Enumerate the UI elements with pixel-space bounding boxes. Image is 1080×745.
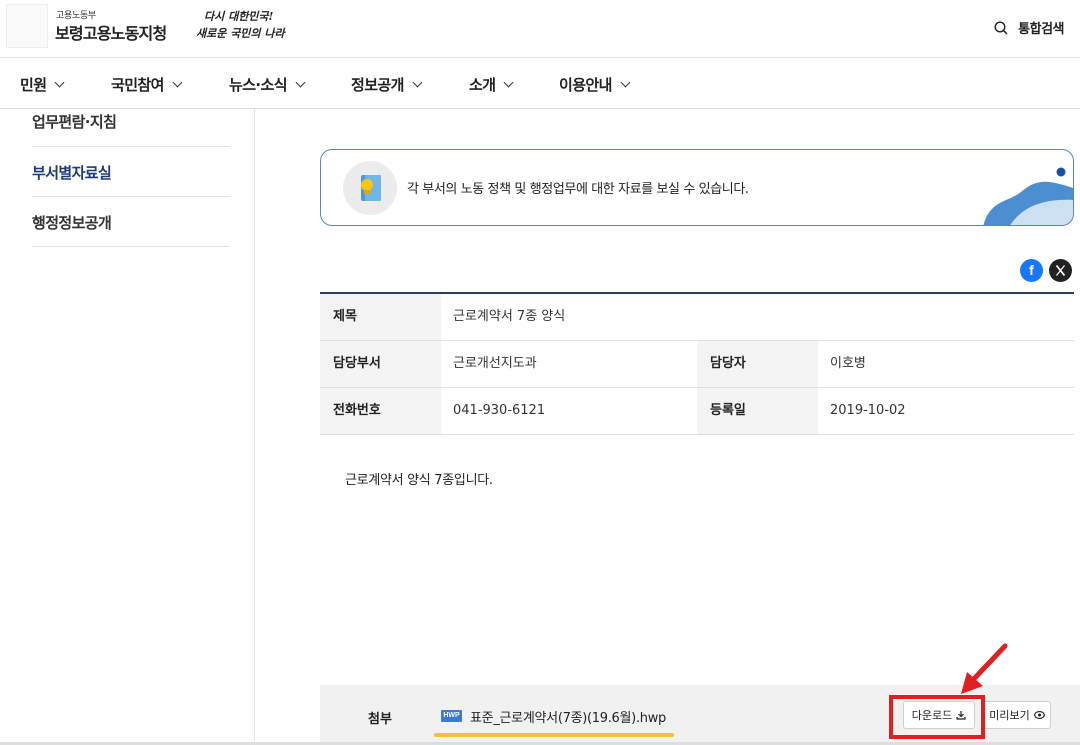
- sidebar: 업무편람·지침 부서별자료실 행정정보공개: [0, 109, 255, 745]
- sidebar-item-admin-info[interactable]: 행정정보공개: [32, 197, 230, 247]
- highlight-underline: [434, 733, 674, 737]
- date-header: 등록일: [697, 388, 818, 434]
- table-row: 제목 근로계약서 7종 양식: [320, 294, 1074, 341]
- manager-value: 이호병: [830, 356, 866, 371]
- nav-item-guide[interactable]: 이용안내: [559, 74, 631, 95]
- chevron-down-icon: [412, 77, 423, 88]
- manager-header: 담당자: [697, 341, 818, 387]
- svg-text:다시 대한민국!: 다시 대한민국!: [204, 10, 274, 23]
- facebook-share-icon[interactable]: f: [1020, 259, 1043, 282]
- post-body: 근로계약서 양식 7종입니다.: [345, 473, 493, 488]
- table-row: 담당부서 근로개선지도과 담당자 이호병: [320, 341, 1074, 388]
- preview-label: 미리보기: [989, 709, 1030, 722]
- office-name[interactable]: 보령고용노동지청: [55, 20, 167, 44]
- ministry-logo[interactable]: [6, 4, 48, 48]
- wave-decoration: [983, 167, 1073, 225]
- chevron-down-icon: [620, 77, 631, 88]
- hwp-file-icon: HWP: [441, 710, 462, 722]
- search-icon: [994, 20, 1008, 35]
- main-nav: 민원 국민참여 뉴스·소식 정보공개 소개 이용안내: [0, 58, 1080, 109]
- title-value: 근로계약서 7종 양식: [453, 309, 566, 324]
- svg-text:새로운 국민의 나라: 새로운 국민의 나라: [196, 27, 286, 40]
- dept-value: 근로개선지도과: [453, 356, 537, 371]
- site-header: 고용노동부 보령고용노동지청 다시 대한민국! 새로운 국민의 나라 통합검색: [0, 0, 1080, 58]
- sidebar-item-label: 행정정보공개: [32, 214, 112, 232]
- sidebar-item-label: 업무편람·지침: [32, 113, 117, 131]
- chevron-down-icon: [172, 77, 183, 88]
- intro-text: 각 부서의 노동 정책 및 행정업무에 대한 자료를 보실 수 있습니다.: [407, 182, 749, 197]
- search-label: 통합검색: [1018, 22, 1064, 37]
- chevron-down-icon: [54, 77, 65, 88]
- integrated-search-button[interactable]: 통합검색: [994, 18, 1064, 37]
- nav-label: 정보공개: [351, 76, 404, 94]
- nav-label: 소개: [469, 76, 496, 94]
- intro-banner: 각 부서의 노동 정책 및 행정업무에 대한 자료를 보실 수 있습니다.: [320, 149, 1074, 226]
- phone-header: 전화번호: [320, 388, 441, 434]
- chevron-down-icon: [503, 77, 514, 88]
- eye-icon: [1033, 711, 1045, 719]
- table-row: 전화번호 041-930-6121 등록일 2019-10-02: [320, 388, 1074, 435]
- nav-item-disclosure[interactable]: 정보공개: [351, 74, 423, 95]
- sidebar-item-manual[interactable]: 업무편람·지침: [32, 109, 230, 147]
- x-share-icon[interactable]: [1049, 259, 1072, 282]
- nav-item-news[interactable]: 뉴스·소식: [229, 74, 306, 95]
- chevron-down-icon: [295, 77, 306, 88]
- preview-button[interactable]: 미리보기: [983, 701, 1051, 729]
- nav-label: 뉴스·소식: [229, 76, 288, 94]
- nav-item-participation[interactable]: 국민참여: [111, 74, 183, 95]
- nav-label: 민원: [20, 76, 47, 94]
- book-lightbulb-icon: [343, 161, 397, 215]
- title-header: 제목: [320, 294, 441, 340]
- phone-value: 041-930-6121: [453, 403, 546, 418]
- nav-label: 국민참여: [111, 76, 164, 94]
- nav-label: 이용안내: [559, 76, 612, 94]
- post-info-table: 제목 근로계약서 7종 양식 담당부서 근로개선지도과 담당자 이호병 전화번호…: [320, 292, 1074, 435]
- dept-header: 담당부서: [320, 341, 441, 387]
- sidebar-item-label: 부서별자료실: [32, 164, 112, 182]
- annotation-red-box: [889, 695, 985, 739]
- date-value: 2019-10-02: [830, 403, 906, 418]
- annotation-arrow-icon: [961, 643, 1008, 694]
- attachment-file-link[interactable]: 표준_근로계약서(7종)(19.6월).hwp: [470, 707, 666, 726]
- nav-item-civil[interactable]: 민원: [20, 74, 65, 95]
- nav-item-about[interactable]: 소개: [469, 74, 514, 95]
- sidebar-item-dept-archive[interactable]: 부서별자료실: [32, 147, 230, 197]
- attachment-label: 첨부: [368, 712, 392, 727]
- slogan-logo: 다시 대한민국! 새로운 국민의 나라: [196, 10, 286, 40]
